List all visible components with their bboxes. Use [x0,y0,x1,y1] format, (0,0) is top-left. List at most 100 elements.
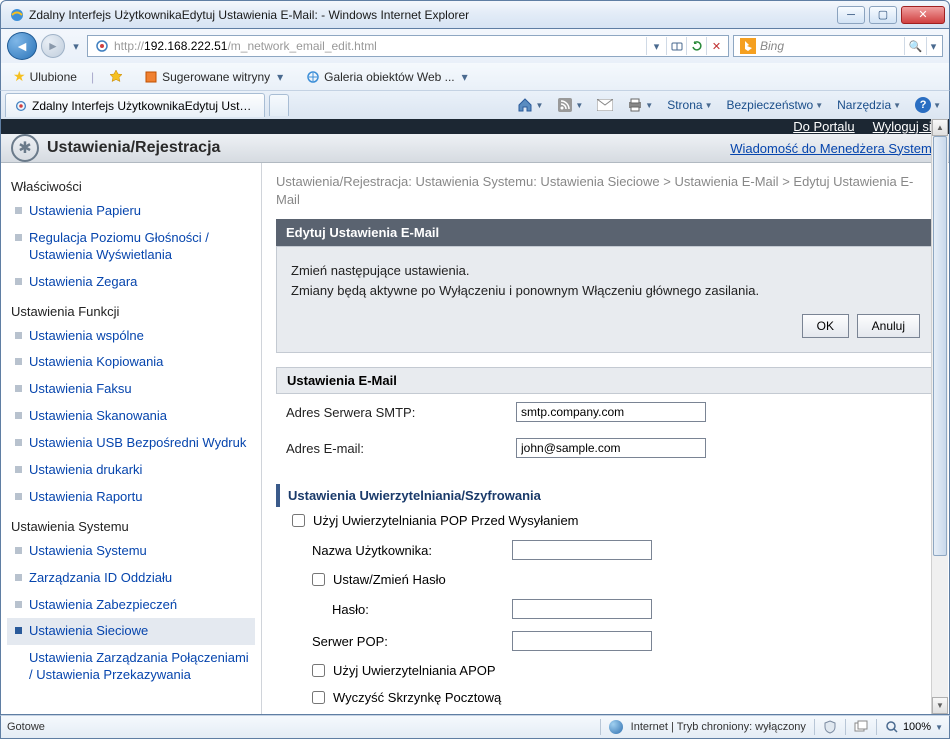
mail-icon [597,97,613,113]
username-input[interactable] [512,540,652,560]
add-favorite-button[interactable] [102,67,130,87]
chevron-down-icon: ▼ [705,101,713,110]
print-button[interactable]: ▼ [623,95,657,115]
apop-checkbox[interactable] [312,664,325,677]
sidebar-item-clock[interactable]: Ustawienia Zegara [7,269,255,296]
portal-link[interactable]: Do Portalu [793,119,854,134]
sidebar-item-usb-print[interactable]: Ustawienia USB Bezpośredni Wydruk [7,430,255,457]
sidebar-item-paper[interactable]: Ustawienia Papieru [7,198,255,225]
smtp-input[interactable] [516,402,706,422]
ok-button[interactable]: OK [802,314,849,338]
breadcrumb: Ustawienia/Rejestracja: Ustawienia Syste… [276,173,935,209]
url-prefix: http:// [114,39,144,53]
sidebar-item-security[interactable]: Ustawienia Zabezpieczeń [7,592,255,619]
pop-before-checkbox[interactable] [292,514,305,527]
browser-tab[interactable]: Zdalny Interfejs UżytkownikaEdytuj Ustaw… [5,93,265,117]
url-path: /m_network_email_edit.html [227,39,376,53]
box-icon [144,70,158,84]
readmail-button[interactable] [593,95,617,115]
email-input[interactable] [516,438,706,458]
site-favicon [94,38,110,54]
sidebar-group-system: Ustawienia Systemu [11,519,255,534]
stop-button[interactable]: ✕ [706,37,726,55]
chevron-down-icon: ▼ [535,101,543,110]
password-label: Hasło: [332,602,512,617]
window-titlebar: Zdalny Interfejs UżytkownikaEdytuj Ustaw… [0,0,950,29]
help-button[interactable]: ?▼ [911,95,945,115]
info-line: Zmiany będą aktywne po Wyłączeniu i pono… [291,281,920,301]
setpass-checkbox[interactable] [312,573,325,586]
password-input[interactable] [512,599,652,619]
chevron-down-icon: ▼ [893,101,901,110]
favorites-button[interactable]: ★Ulubione [7,66,83,87]
feeds-button[interactable]: ▼ [553,95,587,115]
sidebar-item-volume-display[interactable]: Regulacja Poziomu Głośności / Ustawienia… [7,225,255,269]
chevron-down-icon: ▼ [575,101,583,110]
main-content: Ustawienia/Rejestracja: Ustawienia Syste… [262,163,949,715]
web-gallery-link[interactable]: Galeria obiektów Web ... ▾ [300,68,477,86]
content-viewport: Do Portalu Wyloguj się ✱ Ustawienia/Reje… [0,119,950,715]
search-placeholder: Bing [760,39,904,53]
chevron-down-icon: ▼ [933,101,941,110]
zoom-icon [885,720,899,734]
favorites-bar: ★Ulubione | Sugerowane witryny ▾ Galeria… [0,63,950,91]
home-button[interactable]: ▼ [513,95,547,115]
status-bar: Gotowe Internet | Tryb chroniony: wyłącz… [0,715,950,739]
help-icon: ? [915,97,931,113]
tab-title: Zdalny Interfejs UżytkownikaEdytuj Ustaw… [32,99,256,113]
sidebar-item-dept-id[interactable]: Zarządzania ID Oddziału [7,565,255,592]
protected-mode-icon [823,720,837,734]
suggested-sites-link[interactable]: Sugerowane witryny ▾ [138,68,292,86]
new-tab-button[interactable] [269,94,289,116]
add-star-icon [108,69,124,85]
safety-label: Bezpieczeństwo [726,98,813,112]
clearbox-checkbox[interactable] [312,691,325,704]
info-box: Zmień następujące ustawienia. Zmiany będ… [276,246,935,353]
nav-history-dropdown[interactable]: ▾ [69,34,83,58]
zoom-control[interactable]: 100% ▼ [885,720,943,734]
cancel-button[interactable]: Anuluj [857,314,920,338]
forward-button[interactable]: ► [41,34,65,58]
logout-link[interactable]: Wyloguj się [873,119,939,134]
bing-icon [740,38,756,54]
breadcrumb-part: Ustawienia/Rejestracja: Ustawienia Syste… [276,174,660,189]
safety-menu[interactable]: Bezpieczeństwo▼ [722,96,827,114]
close-button[interactable]: ✕ [901,6,945,24]
sidebar-item-common[interactable]: Ustawienia wspólne [7,323,255,350]
back-button[interactable]: ◄ [7,32,37,60]
separator: | [91,70,94,84]
popserver-input[interactable] [512,631,652,651]
minimize-button[interactable]: ─ [837,6,865,24]
sidebar-item-system[interactable]: Ustawienia Systemu [7,538,255,565]
scroll-up-button[interactable]: ▲ [932,119,948,136]
search-dropdown[interactable]: ▾ [926,37,940,55]
compat-view-button[interactable] [666,37,686,55]
system-manager-link[interactable]: Wiadomość do Menedżera Systemu [730,141,939,156]
gallery-label: Galeria obiektów Web ... [324,70,455,84]
popup-blocker-icon[interactable] [854,720,868,734]
search-box[interactable]: Bing 🔍 ▾ [733,35,943,57]
field-row-smtp: Adres Serwera SMTP: [276,394,935,430]
vertical-scrollbar[interactable]: ▲ ▼ [931,119,948,714]
sidebar-item-report[interactable]: Ustawienia Raportu [7,484,255,511]
sidebar-item-copy[interactable]: Ustawienia Kopiowania [7,349,255,376]
sidebar-group-functions: Ustawienia Funkcji [11,304,255,319]
sidebar-item-scan[interactable]: Ustawienia Skanowania [7,403,255,430]
tab-bar: Zdalny Interfejs UżytkownikaEdytuj Ustaw… [0,91,950,119]
maximize-button[interactable]: ▢ [869,6,897,24]
home-icon [517,97,533,113]
refresh-button[interactable] [686,37,706,55]
scroll-down-button[interactable]: ▼ [932,697,948,714]
address-dropdown[interactable]: ▾ [646,37,666,55]
globe-icon [609,720,623,734]
sidebar-item-network[interactable]: Ustawienia Sieciowe [7,618,255,645]
page-menu[interactable]: Strona▼ [663,96,716,114]
sidebar-item-call-forward[interactable]: Ustawienia Zarządzania Połączeniami / Us… [7,645,255,689]
scroll-thumb[interactable] [933,136,947,556]
sidebar-item-fax[interactable]: Ustawienia Faksu [7,376,255,403]
address-bar[interactable]: http://192.168.222.51/m_network_email_ed… [87,35,729,57]
row-username: Nazwa Użytkownika: [276,534,935,566]
search-button[interactable]: 🔍 [904,37,926,55]
sidebar-item-printer[interactable]: Ustawienia drukarki [7,457,255,484]
tools-menu[interactable]: Narzędzia▼ [833,96,905,114]
